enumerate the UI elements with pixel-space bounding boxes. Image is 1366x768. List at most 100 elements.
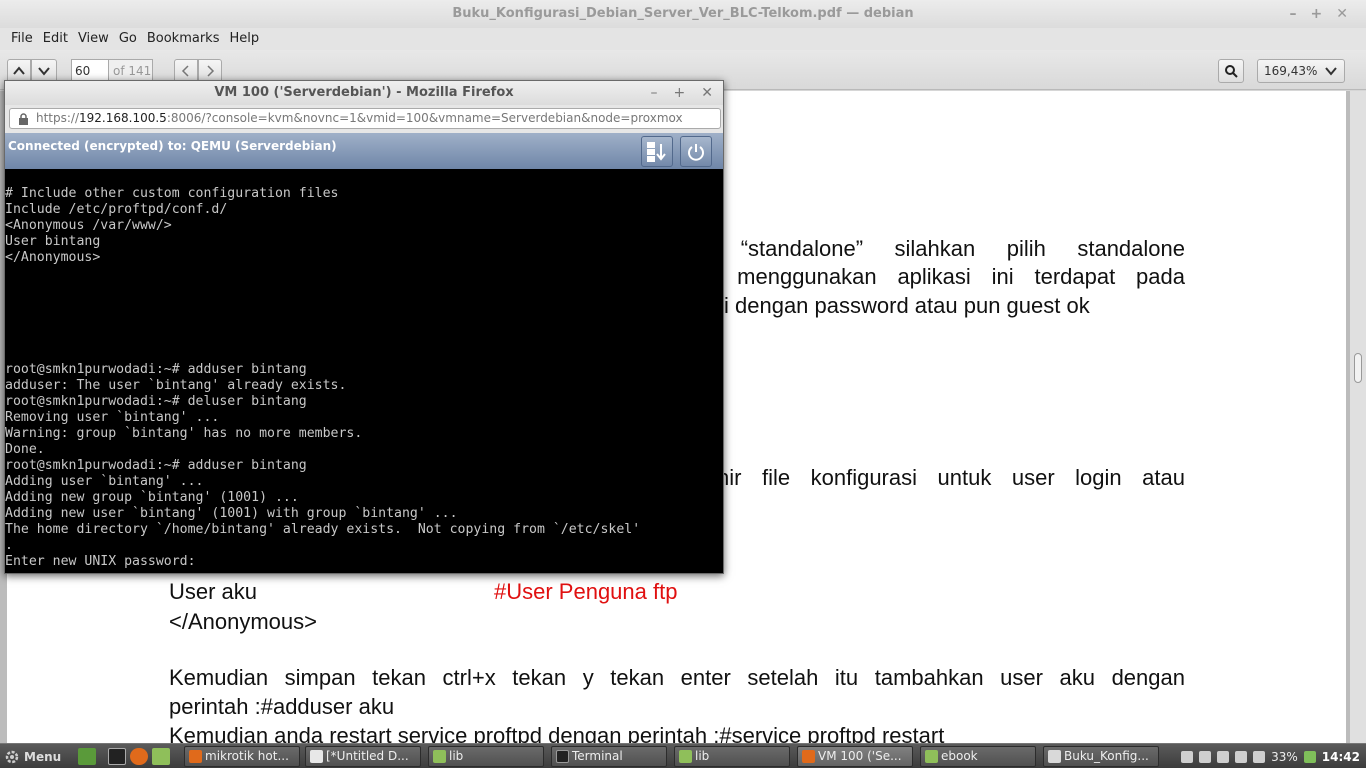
document-icon — [310, 750, 323, 763]
maximize-icon[interactable]: + — [674, 81, 686, 105]
doc-anon-close: </Anonymous> — [169, 609, 317, 634]
terminal-launcher-icon[interactable] — [108, 748, 126, 765]
files-launcher-icon[interactable] — [152, 748, 170, 765]
task-label: VM 100 ('Se... — [818, 749, 902, 763]
minimize-icon[interactable]: – — [651, 81, 658, 105]
doc-line: Kemudian anda restart service proftpd de… — [169, 723, 945, 743]
vertical-scrollbar[interactable] — [1350, 91, 1366, 743]
close-icon[interactable]: ✕ — [701, 81, 713, 105]
menu-edit[interactable]: Edit — [38, 28, 73, 50]
firefox-window: VM 100 ('Serverdebian') - Mozilla Firefo… — [4, 80, 724, 574]
chevron-right-icon — [207, 65, 215, 77]
terminal-line: adduser: The user `bintang' already exis… — [5, 378, 347, 393]
novnc-status: Connected (encrypted) to: QEMU (Serverde… — [8, 139, 337, 153]
folder-icon — [925, 750, 938, 763]
terminal-line: Enter new UNIX password: — [5, 554, 196, 569]
terminal-line: Include /etc/proftpd/conf.d/ — [5, 202, 228, 217]
evince-titlebar: Buku_Konfigurasi_Debian_Server_Ver_BLC-T… — [0, 0, 1366, 28]
terminal-line: Adding new group `bintang' (1001) ... — [5, 490, 299, 505]
terminal-line: root@smkn1purwodadi:~# adduser bintang — [5, 458, 307, 473]
scrollbar-thumb[interactable] — [1354, 353, 1362, 383]
task-label: mikrotik hot... — [205, 749, 289, 763]
task-terminal[interactable]: Terminal — [551, 746, 667, 767]
menu-help[interactable]: Help — [224, 28, 264, 50]
power-icon — [688, 143, 704, 161]
shield-icon[interactable] — [1303, 750, 1316, 763]
terminal-line: </Anonymous> — [5, 250, 101, 265]
terminal-line: root@smkn1purwodadi:~# deluser bintang — [5, 394, 307, 409]
zoom-select[interactable]: 169,43% — [1257, 59, 1345, 83]
doc-line: perintah :#adduser aku — [169, 694, 395, 719]
task-lib-2[interactable]: lib — [674, 746, 790, 767]
maximize-icon[interactable]: + — [1311, 0, 1323, 28]
chevron-down-icon — [1325, 67, 1337, 76]
url-row: https://192.168.100.5:8006/?console=kvm&… — [5, 105, 723, 133]
user-icon[interactable] — [1181, 750, 1194, 763]
task-label: lib — [695, 749, 710, 763]
novnc-control-bar: Connected (encrypted) to: QEMU (Serverde… — [5, 133, 723, 169]
terminal-line: Warning: group `bintang' has no more mem… — [5, 426, 363, 441]
terminal-output: # Include other custom configuration fil… — [5, 186, 640, 570]
clock[interactable]: 14:42 — [1322, 750, 1360, 764]
close-icon[interactable]: ✕ — [1336, 0, 1348, 28]
window-controls: – + ✕ — [1290, 0, 1348, 28]
folder-icon — [679, 750, 692, 763]
doc-line: hir file konfigurasi untuk user login at… — [717, 465, 1185, 490]
menu-file[interactable]: File — [6, 28, 38, 50]
terminal-line: Done. — [5, 442, 45, 457]
terminal-line: . — [5, 538, 13, 553]
task-mikrotik[interactable]: mikrotik hot... — [184, 746, 300, 767]
task-label: ebook — [941, 749, 978, 763]
firefox-icon — [802, 750, 815, 763]
send-keys-button[interactable] — [641, 136, 673, 167]
window-title: Buku_Konfigurasi_Debian_Server_Ver_BLC-T… — [452, 6, 914, 21]
url-scheme: https:// — [36, 111, 80, 125]
firefox-launcher-icon[interactable] — [130, 748, 148, 765]
firefox-titlebar: VM 100 ('Serverdebian') - Mozilla Firefo… — [5, 81, 723, 105]
doc-paragraph: Kemudian simpan tekan ctrl+x tekan y tek… — [169, 665, 1185, 690]
task-label: lib — [449, 749, 464, 763]
doc-user-comment: #User Penguna ftp — [494, 579, 678, 604]
battery-percent: 33% — [1271, 749, 1298, 764]
chevron-left-icon — [181, 65, 189, 77]
doc-line: si dengan password atau pun guest ok — [713, 293, 1090, 318]
show-desktop-icon[interactable] — [78, 748, 96, 765]
task-untitled-doc[interactable]: [*Untitled D... — [305, 746, 421, 767]
menu-bookmarks[interactable]: Bookmarks — [142, 28, 225, 50]
folder-icon — [433, 750, 446, 763]
task-lib[interactable]: lib — [428, 746, 544, 767]
battery-icon[interactable] — [1253, 750, 1266, 763]
menu-view[interactable]: View — [73, 28, 114, 50]
task-ebook[interactable]: ebook — [920, 746, 1036, 767]
start-menu-button[interactable]: Menu — [4, 746, 61, 767]
volume-icon[interactable] — [1217, 750, 1230, 763]
firefox-window-controls: – + ✕ — [651, 81, 713, 105]
vnc-terminal[interactable]: # Include other custom configuration fil… — [5, 169, 723, 573]
task-vm100[interactable]: VM 100 ('Se... — [797, 746, 913, 767]
terminal-line: Adding user `bintang' ... — [5, 474, 204, 489]
terminal-line: The home directory `/home/bintang' alrea… — [5, 522, 641, 537]
menu-go[interactable]: Go — [114, 28, 142, 50]
power-button[interactable] — [680, 136, 712, 167]
terminal-line: # Include other custom configuration fil… — [5, 186, 339, 201]
menubar: File Edit View Go Bookmarks Help — [0, 28, 1366, 50]
zoom-value: 169,43% — [1264, 64, 1318, 78]
doc-line: r menggunakan aplikasi ini terdapat pada — [709, 264, 1185, 289]
menu-label: Menu — [24, 749, 62, 764]
settings-icon[interactable] — [1199, 750, 1212, 763]
search-button[interactable] — [1218, 59, 1244, 83]
chevron-up-icon — [13, 66, 25, 75]
url-host: 192.168.100.5 — [79, 111, 167, 125]
minimize-icon[interactable]: – — [1290, 0, 1297, 28]
taskbar: Menu mikrotik hot... [*Untitled D... lib… — [0, 743, 1366, 768]
wifi-icon[interactable] — [1235, 750, 1248, 763]
url-rest: :8006/?console=kvm&novnc=1&vmid=100&vmna… — [166, 111, 683, 125]
task-label: Buku_Konfig... — [1064, 749, 1149, 763]
firefox-icon — [189, 750, 202, 763]
task-buku-konfig[interactable]: Buku_Konfig... — [1043, 746, 1159, 767]
url-bar[interactable]: https://192.168.100.5:8006/?console=kvm&… — [9, 108, 721, 129]
